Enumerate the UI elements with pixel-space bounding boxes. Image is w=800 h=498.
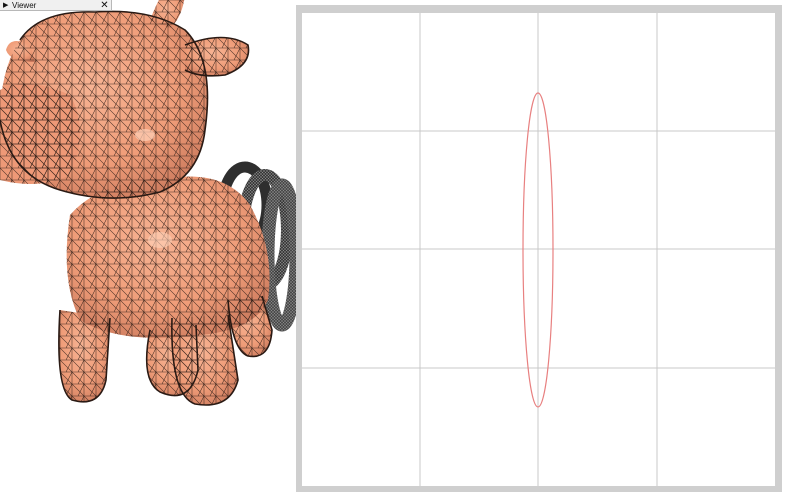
triangle-right-icon[interactable]: ▶ xyxy=(3,0,8,11)
3d-scene[interactable] xyxy=(0,0,300,498)
plot-svg[interactable] xyxy=(302,13,775,486)
close-icon[interactable]: ✕ xyxy=(100,0,109,11)
viewer-panel-title: Viewer xyxy=(12,1,37,10)
3d-viewport[interactable] xyxy=(0,0,300,498)
plot-window xyxy=(296,5,782,492)
viewer-panel-header[interactable]: ▶ Viewer ✕ xyxy=(0,0,112,11)
plot-canvas[interactable] xyxy=(302,13,775,486)
grid xyxy=(302,13,775,486)
cow-mesh[interactable] xyxy=(0,0,273,406)
